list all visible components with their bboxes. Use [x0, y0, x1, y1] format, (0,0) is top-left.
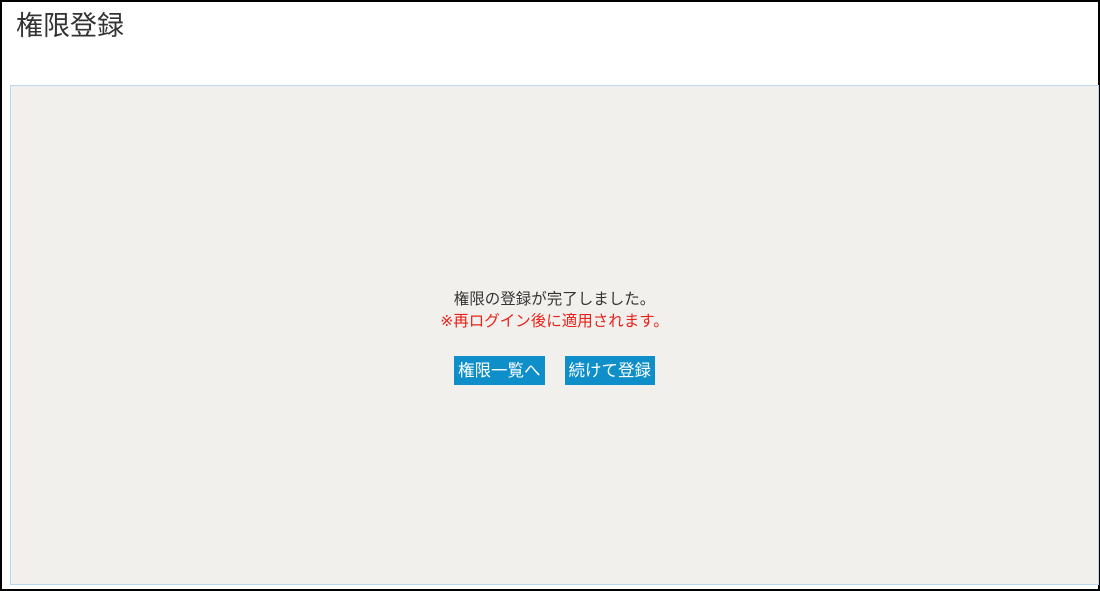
button-row: 権限一覧へ 続けて登録: [11, 356, 1098, 385]
window-frame: 権限登録 権限の登録が完了しました。 ※再ログイン後に適用されます。 権限一覧へ…: [0, 0, 1100, 591]
to-permission-list-button[interactable]: 権限一覧へ: [454, 356, 545, 385]
completion-message: 権限の登録が完了しました。: [453, 290, 656, 308]
relogin-notice: ※再ログイン後に適用されます。: [440, 312, 669, 330]
message-block: 権限の登録が完了しました。 ※再ログイン後に適用されます。: [11, 288, 1098, 332]
continue-register-button[interactable]: 続けて登録: [564, 356, 655, 385]
content-panel: 権限の登録が完了しました。 ※再ログイン後に適用されます。 権限一覧へ 続けて登…: [10, 85, 1099, 585]
page-title: 権限登録: [16, 11, 124, 42]
